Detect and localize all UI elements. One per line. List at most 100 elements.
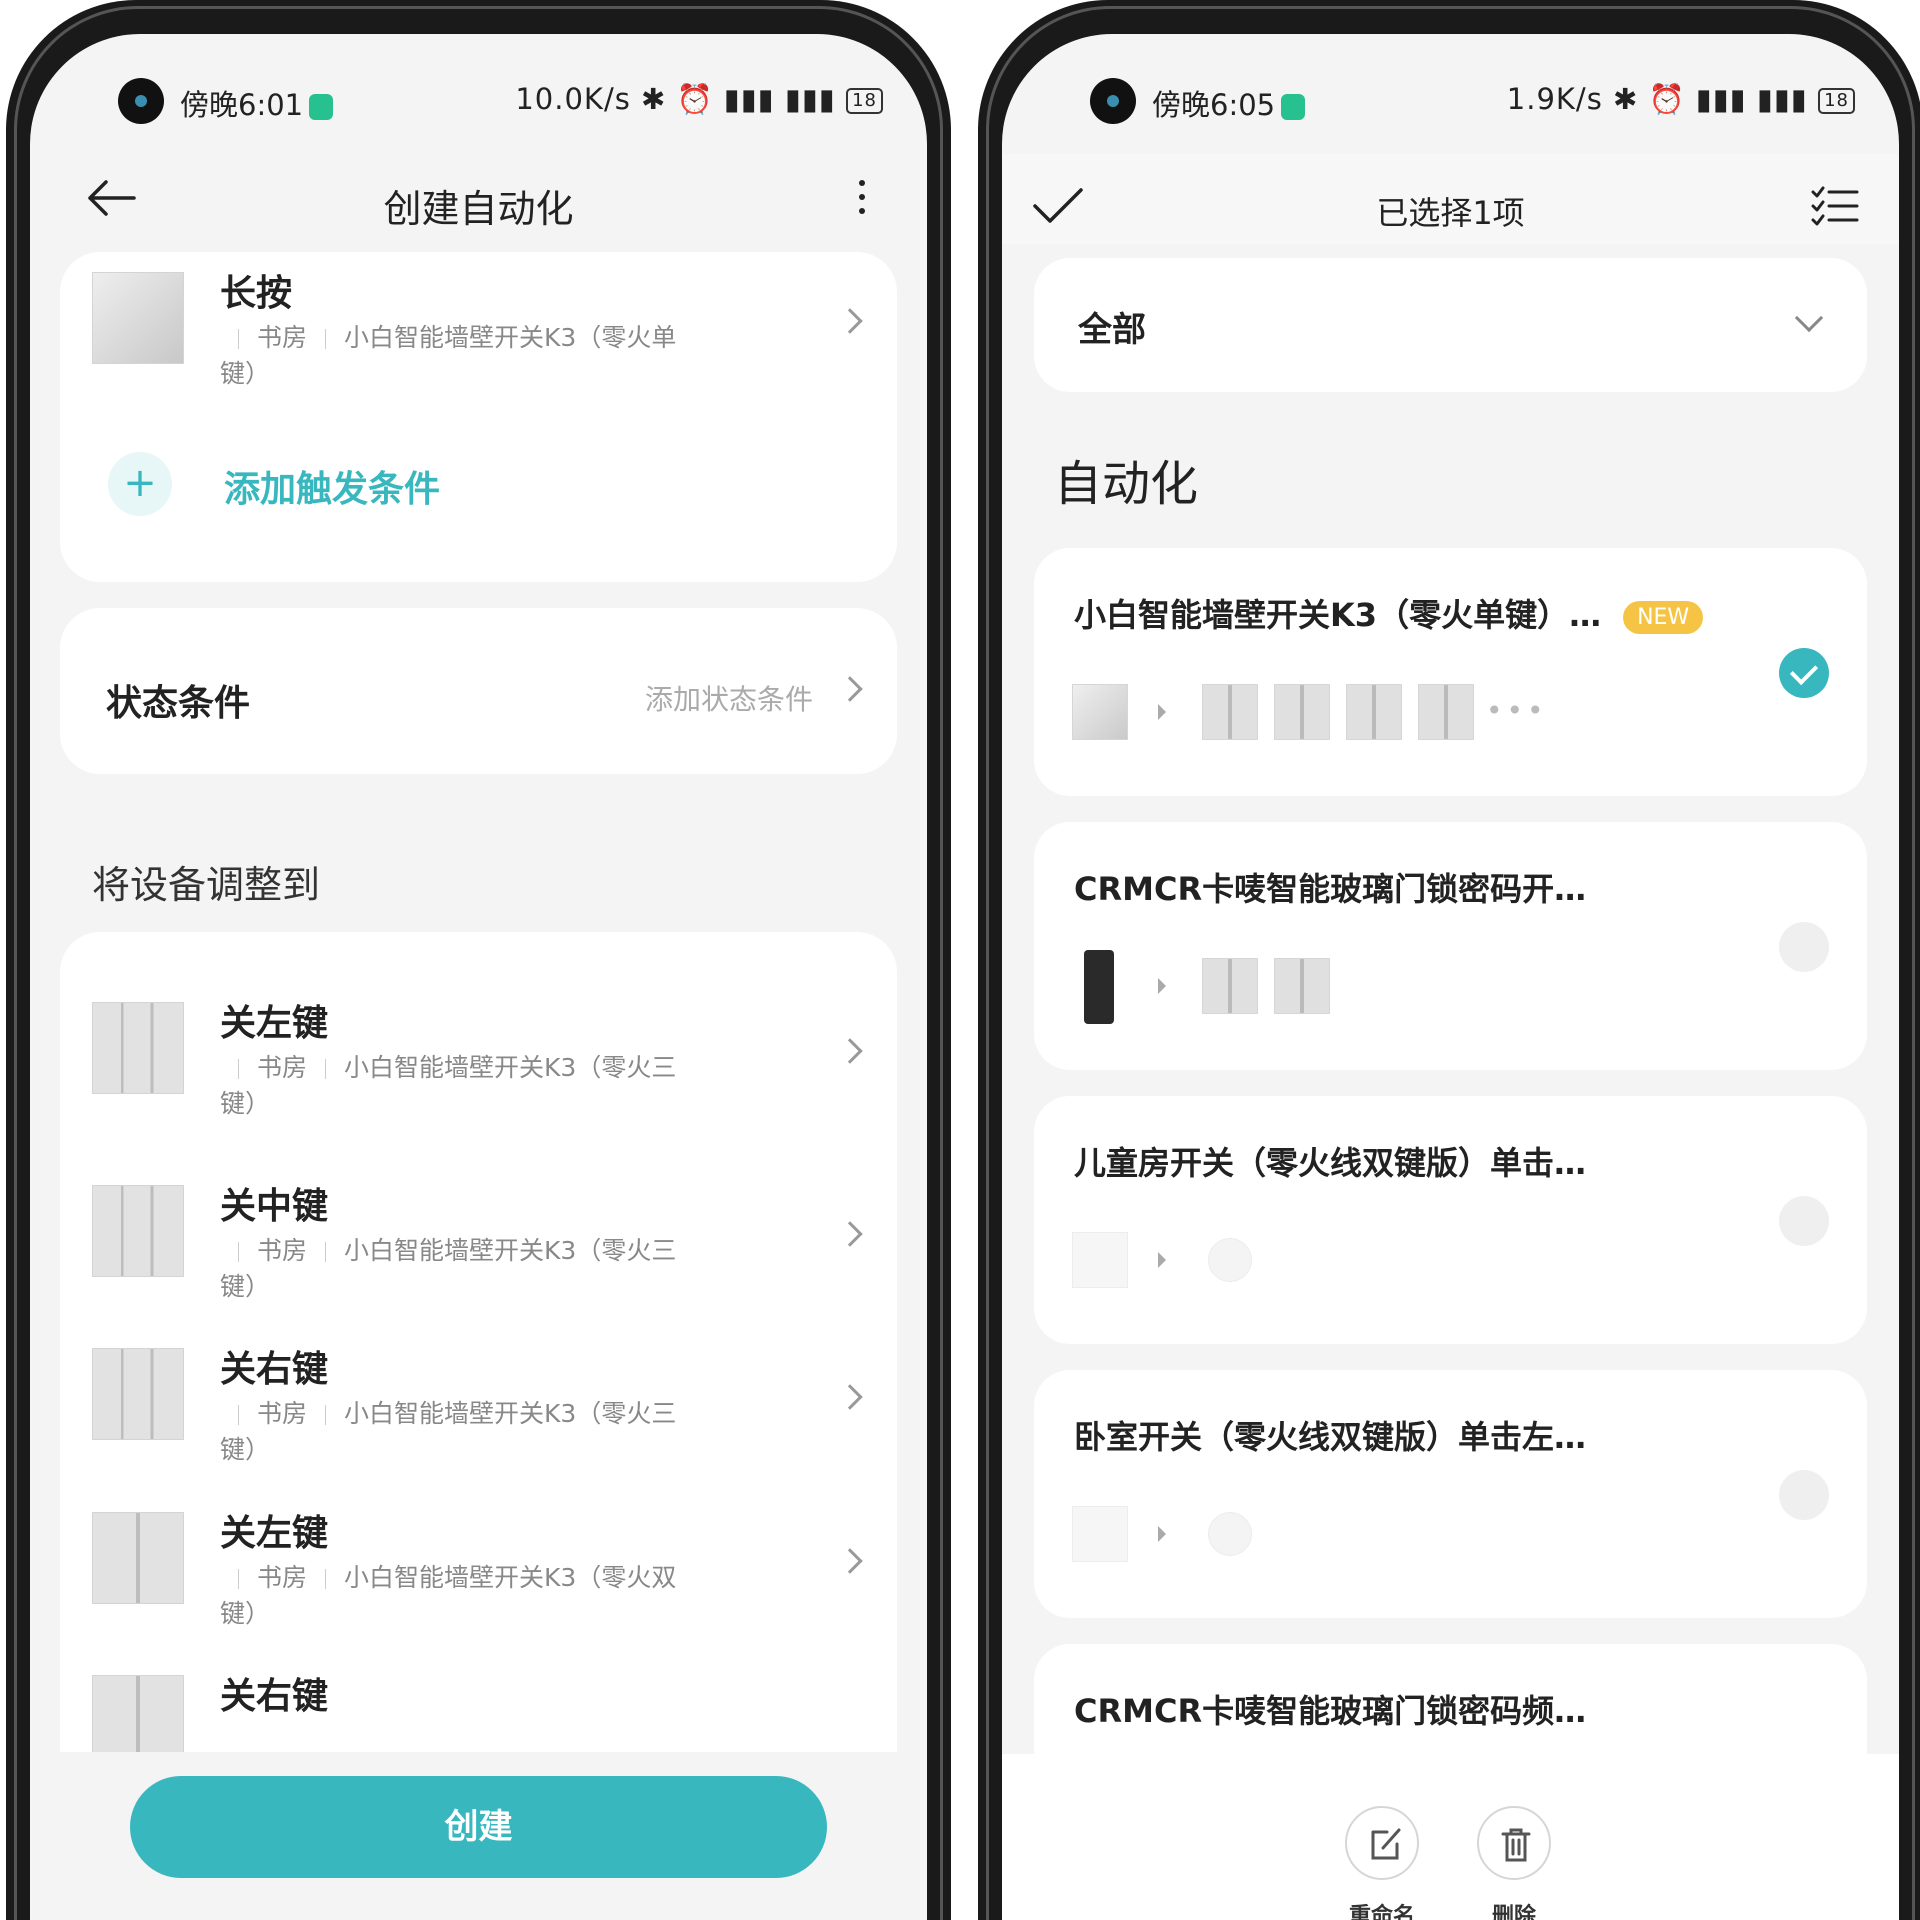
action-item[interactable]: 关左键 书房 小白智能墙壁开关K3（零火双 键）: [60, 1504, 897, 1644]
arrow-icon: [1158, 704, 1166, 720]
action-name: 关左键: [220, 1513, 329, 1554]
header: 创建自动化: [30, 154, 927, 244]
action-name: 关左键: [220, 1003, 329, 1044]
action-device: 书房 小白智能墙壁开关K3（零火三 键）: [220, 1399, 677, 1464]
device-thumbnail: [92, 1002, 184, 1094]
action-device: 书房 小白智能墙壁开关K3（零火三 键）: [220, 1053, 677, 1118]
selected-checkbox[interactable]: [1779, 648, 1829, 698]
device-thumbnail: [1208, 1238, 1252, 1282]
automation-name: CRMCR卡唛智能玻璃门锁密码频…: [1074, 1692, 1587, 1730]
arrow-icon: [1158, 1252, 1166, 1268]
battery-icon: 18: [846, 88, 883, 114]
section-title: 将设备调整到: [92, 863, 321, 907]
add-state-condition-hint: 添加状态条件: [644, 683, 813, 716]
battery-icon: 18: [1818, 88, 1855, 114]
network-speed: 10.0K/s: [515, 82, 631, 116]
status-bar: 傍晚6:05 1.9K/s ✱ ⏰ ▮▮▮ ▮▮▮ 18: [1002, 72, 1899, 124]
device-thumbnail: [92, 272, 184, 364]
edit-icon: [1345, 1806, 1419, 1880]
trigger-card: 长按 书房 小白智能墙壁开关K3（零火单 键） + 添加触发条件: [60, 252, 897, 582]
automation-name: 儿童房开关（零火线双键版）单击…: [1074, 1144, 1587, 1182]
chevron-right-icon: [837, 308, 863, 334]
action-list: 关左键 书房 小白智能墙壁开关K3（零火三 键） 关中键 书房 小白智能墙壁开关K3（…: [60, 932, 897, 1752]
unselected-checkbox[interactable]: [1779, 922, 1829, 972]
automation-item[interactable]: 儿童房开关（零火线双键版）单击…: [1034, 1096, 1867, 1344]
page-title: 创建自动化: [383, 187, 574, 231]
arrow-icon: [1158, 978, 1166, 994]
state-condition-card[interactable]: 状态条件 添加状态条件: [60, 608, 897, 774]
delete-label: 删除: [1491, 1904, 1536, 1920]
chevron-right-icon: [837, 1221, 863, 1247]
right-phone-frame: 傍晚6:05 1.9K/s ✱ ⏰ ▮▮▮ ▮▮▮ 18 已选择1项 全部 自动…: [978, 0, 1920, 1920]
action-item[interactable]: 关右键: [60, 1667, 897, 1752]
shield-icon: [309, 94, 334, 120]
chevron-right-icon: [837, 1548, 863, 1574]
action-item[interactable]: 关中键 书房 小白智能墙壁开关K3（零火三 键）: [60, 1177, 897, 1317]
select-all-icon[interactable]: [1811, 186, 1859, 226]
action-item[interactable]: 关左键 书房 小白智能墙壁开关K3（零火三 键）: [60, 994, 897, 1134]
filter-dropdown[interactable]: 全部: [1034, 258, 1867, 392]
device-thumbnail: [1202, 684, 1258, 740]
device-thumbnail: [1346, 684, 1402, 740]
unselected-checkbox[interactable]: [1779, 1470, 1829, 1520]
shield-icon: [1281, 94, 1306, 120]
left-phone-frame: 傍晚6:01 10.0K/s ✱ ⏰ ▮▮▮ ▮▮▮ 18 创建自动化 长按 书…: [6, 0, 951, 1920]
section-title: 自动化: [1054, 456, 1199, 512]
add-trigger-label: 添加触发条件: [224, 469, 441, 510]
trigger-item[interactable]: 长按 书房 小白智能墙壁开关K3（零火单 键）: [60, 264, 897, 404]
create-button[interactable]: 创建: [130, 1776, 827, 1878]
device-thumbnail: [1418, 684, 1474, 740]
delete-button[interactable]: 删除: [1454, 1806, 1574, 1920]
unselected-checkbox[interactable]: [1779, 1196, 1829, 1246]
more-dots-icon: •••: [1486, 694, 1548, 727]
device-thumbnail: [92, 1348, 184, 1440]
trash-icon: [1477, 1806, 1551, 1880]
trigger-name: 长按: [220, 273, 293, 314]
plus-icon: +: [108, 452, 172, 516]
action-name: 关中键: [220, 1186, 329, 1227]
automation-item[interactable]: 小白智能墙壁开关K3（零火单键）… NEW •••: [1034, 548, 1867, 796]
device-thumbnail: [1072, 1232, 1128, 1288]
network-speed: 1.9K/s: [1506, 82, 1603, 116]
chevron-down-icon: [1794, 303, 1824, 333]
door-lock-thumbnail: [1084, 950, 1114, 1024]
camera-icon: [1090, 78, 1136, 124]
arrow-icon: [1158, 1526, 1166, 1542]
device-thumbnail: [1274, 958, 1330, 1014]
chevron-right-icon: [837, 676, 863, 702]
device-thumbnail: [1072, 684, 1128, 740]
new-badge: NEW: [1623, 600, 1704, 634]
left-screen: 傍晚6:01 10.0K/s ✱ ⏰ ▮▮▮ ▮▮▮ 18 创建自动化 长按 书…: [30, 34, 927, 1920]
device-thumbnail: [92, 1675, 184, 1752]
status-time: 傍晚6:05: [1152, 88, 1276, 122]
automation-item[interactable]: CRMCR卡唛智能玻璃门锁密码开…: [1034, 822, 1867, 1070]
right-screen: 傍晚6:05 1.9K/s ✱ ⏰ ▮▮▮ ▮▮▮ 18 已选择1项 全部 自动…: [1002, 34, 1899, 1920]
automation-item[interactable]: 卧室开关（零火线双键版）单击左…: [1034, 1370, 1867, 1618]
status-time: 傍晚6:01: [180, 88, 304, 122]
status-icons: ✱ ⏰ ▮▮▮ ▮▮▮: [641, 82, 836, 116]
device-thumbnail: [1274, 684, 1330, 740]
device-thumbnail: [1208, 1512, 1252, 1556]
state-condition-title: 状态条件: [106, 683, 251, 724]
device-thumbnail: [1202, 958, 1258, 1014]
device-thumbnail: [92, 1512, 184, 1604]
more-options-icon[interactable]: [857, 180, 867, 220]
automation-name: 卧室开关（零火线双键版）单击左…: [1074, 1418, 1587, 1456]
automation-name: CRMCR卡唛智能玻璃门锁密码开…: [1074, 870, 1587, 908]
action-item[interactable]: 关右键 书房 小白智能墙壁开关K3（零火三 键）: [60, 1340, 897, 1480]
device-thumbnail: [1072, 1506, 1128, 1562]
header: 已选择1项: [1002, 154, 1899, 244]
action-bar: 重命名 删除: [1002, 1754, 1899, 1920]
rename-button[interactable]: 重命名: [1322, 1806, 1442, 1920]
device-thumbnail: [92, 1185, 184, 1277]
rename-label: 重命名: [1348, 1904, 1415, 1920]
filter-selected: 全部: [1078, 310, 1146, 350]
action-name: 关右键: [220, 1349, 329, 1390]
selection-count: 已选择1项: [1376, 194, 1525, 232]
action-device: 书房 小白智能墙壁开关K3（零火三 键）: [220, 1236, 677, 1301]
action-name: 关右键: [220, 1676, 329, 1717]
action-device: 书房 小白智能墙壁开关K3（零火双 键）: [220, 1563, 677, 1628]
status-icons: ✱ ⏰ ▮▮▮ ▮▮▮: [1613, 82, 1808, 116]
chevron-right-icon: [837, 1384, 863, 1410]
status-bar: 傍晚6:01 10.0K/s ✱ ⏰ ▮▮▮ ▮▮▮ 18: [30, 72, 927, 124]
